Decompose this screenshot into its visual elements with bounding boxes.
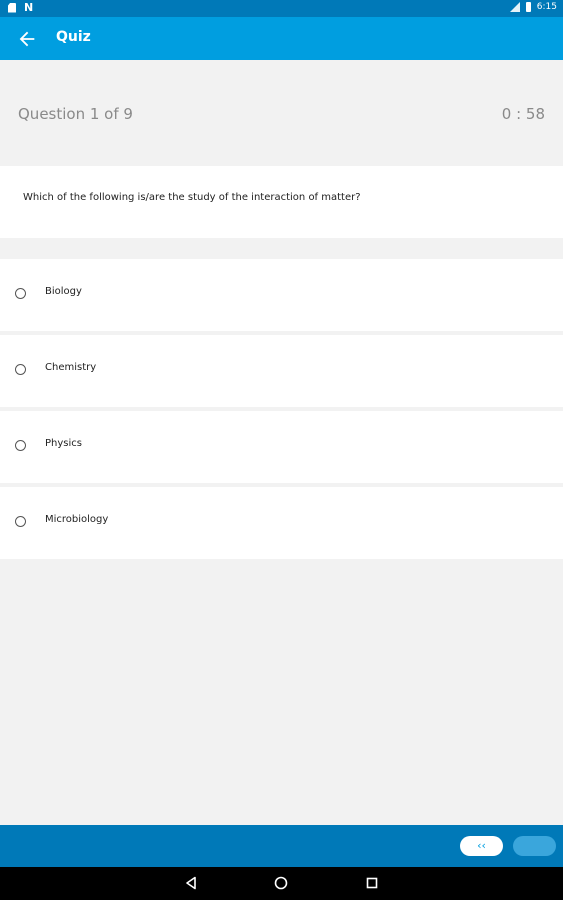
back-triangle-icon[interactable] — [184, 876, 198, 890]
status-bar: N 6:15 — [0, 0, 563, 17]
radio-button[interactable] — [15, 516, 26, 527]
countdown-timer: 0 : 58 — [501, 105, 545, 123]
question-counter: Question 1 of 9 — [18, 105, 133, 123]
radio-button[interactable] — [15, 364, 26, 375]
back-arrow-icon[interactable] — [16, 28, 38, 50]
status-time: 6:15 — [536, 2, 557, 12]
sd-card-icon — [8, 2, 16, 13]
previous-button[interactable]: ‹‹ — [460, 836, 503, 856]
n-icon: N — [24, 1, 34, 14]
option-biology[interactable]: Biology — [0, 259, 563, 331]
next-button[interactable] — [513, 836, 556, 856]
radio-button[interactable] — [15, 440, 26, 451]
question-card: Which of the following is/are the study … — [0, 166, 563, 238]
home-circle-icon[interactable] — [274, 876, 288, 890]
question-text: Which of the following is/are the study … — [23, 192, 361, 203]
option-label: Physics — [45, 438, 82, 449]
question-header: Question 1 of 9 0 : 58 — [0, 60, 563, 165]
bottom-bar: ‹‹ — [0, 825, 563, 867]
recents-square-icon[interactable] — [366, 877, 378, 889]
option-label: Chemistry — [45, 362, 97, 373]
radio-button[interactable] — [15, 288, 26, 299]
app-bar: Quiz — [0, 17, 563, 60]
option-physics[interactable]: Physics — [0, 411, 563, 483]
option-chemistry[interactable]: Chemistry — [0, 335, 563, 407]
option-label: Biology — [45, 286, 82, 297]
page-title: Quiz — [56, 29, 91, 45]
option-microbiology[interactable]: Microbiology — [0, 487, 563, 559]
option-label: Microbiology — [45, 514, 109, 525]
system-nav-bar — [0, 867, 563, 900]
signal-icon — [509, 2, 520, 12]
battery-icon — [525, 2, 531, 12]
